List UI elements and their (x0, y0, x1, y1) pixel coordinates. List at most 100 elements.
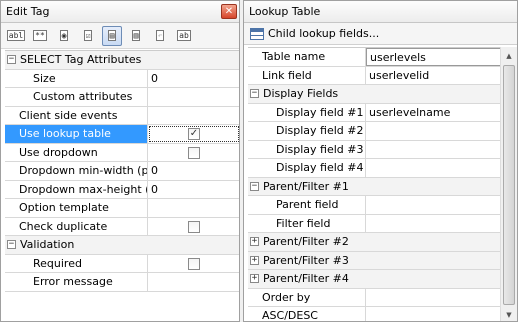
label-tool-icon[interactable]: ab (174, 26, 194, 46)
property-row-use-lookup-table[interactable]: Use lookup table ✓ (5, 125, 239, 144)
scroll-up-arrow-icon[interactable]: ▲ (501, 47, 517, 64)
property-value-field[interactable] (148, 273, 239, 291)
category-parent-filter-3[interactable]: + Parent/Filter #3 (248, 251, 502, 270)
property-row-custom-attributes[interactable]: Custom attributes (5, 88, 239, 107)
close-button[interactable]: ✕ (221, 4, 237, 19)
unchecked-checkbox[interactable] (188, 257, 200, 270)
property-value-field[interactable]: userlevels (366, 48, 502, 66)
property-value-field[interactable]: 0 (148, 70, 239, 88)
collapse-icon[interactable]: − (250, 181, 259, 191)
checkbox-tool-icon[interactable]: ☑ (78, 26, 98, 46)
property-value-field[interactable] (366, 159, 502, 177)
property-row-display-field-2[interactable]: Display field #2 (248, 122, 502, 141)
property-label: Required (5, 254, 148, 272)
category-header: − SELECT Tag Attributes (5, 51, 239, 69)
property-label: Dropdown max-height (px (5, 180, 148, 198)
lookup-properties-grid: Table name userlevels Link field userleveli… (248, 47, 502, 321)
collapse-icon[interactable]: − (7, 240, 16, 250)
category-display-fields[interactable]: − Display Fields (248, 85, 502, 104)
property-row-table-name[interactable]: Table name userlevels (248, 48, 502, 67)
property-row-dropdown-min-width-px[interactable]: Dropdown min-width (px) 0 (5, 162, 239, 181)
select-tool-icon[interactable]: ▤ (102, 25, 122, 46)
property-value-field[interactable] (366, 307, 502, 321)
category-validation[interactable]: − Validation (5, 236, 239, 255)
property-label: Use lookup table (5, 125, 148, 143)
property-value-field[interactable] (366, 196, 502, 214)
property-row-display-field-3[interactable]: Display field #3 (248, 140, 502, 159)
property-row-required[interactable]: Required (5, 254, 239, 273)
property-value-field[interactable] (148, 88, 239, 106)
undo-tool-icon[interactable]: ↶ (150, 26, 170, 46)
table-grid-icon (250, 27, 264, 40)
property-row-display-field-4[interactable]: Display field #4 (248, 159, 502, 178)
text-box-tool-icon[interactable]: abl (6, 26, 26, 46)
property-row-check-duplicate[interactable]: Check duplicate (5, 217, 239, 236)
property-value-field[interactable]: userlevelid (366, 67, 502, 85)
property-row-filter-field[interactable]: Filter field (248, 214, 502, 233)
lookup-toolbar: Child lookup fields... (244, 23, 517, 45)
checked-checkbox[interactable]: ✓ (188, 128, 200, 140)
listbox-tool-glyph: ▥ (131, 30, 141, 41)
tag-attributes-grid: − SELECT Tag Attributes Size 0 Custom attrib… (5, 50, 239, 321)
vertical-scrollbar[interactable]: ▲ ▼ (500, 47, 517, 321)
property-value-field[interactable]: 0 (148, 181, 239, 199)
category-parent-filter-4[interactable]: + Parent/Filter #4 (248, 270, 502, 289)
property-value-field[interactable] (148, 199, 239, 217)
scroll-down-arrow-icon[interactable]: ▼ (501, 306, 517, 321)
property-label: Client side events (5, 106, 148, 124)
category-header: − Parent/Filter #1 (248, 178, 502, 196)
undo-tool-glyph: ↶ (155, 30, 165, 41)
property-row-asc-desc[interactable]: ASC/DESC (248, 307, 502, 321)
category-label: Parent/Filter #3 (263, 253, 349, 267)
expand-icon[interactable]: + (250, 274, 259, 284)
property-row-display-field-1[interactable]: Display field #1 userlevelname (248, 103, 502, 122)
child-lookup-fields-button[interactable]: Child lookup fields... (268, 27, 379, 40)
property-label: Display field #3 (248, 140, 366, 158)
unchecked-checkbox[interactable] (188, 220, 200, 233)
property-row-option-template[interactable]: Option template (5, 199, 239, 218)
property-value-field[interactable] (366, 215, 502, 233)
property-label: Use dropdown (5, 143, 148, 161)
category-label: Parent/Filter #1 (263, 179, 349, 193)
property-value-field[interactable]: userlevelname (366, 104, 502, 122)
category-parent-filter-1[interactable]: − Parent/Filter #1 (248, 177, 502, 196)
property-value-checkbox-cell[interactable] (148, 255, 239, 273)
property-row-error-message[interactable]: Error message (5, 273, 239, 292)
property-label: Display field #4 (248, 159, 366, 177)
property-value-checkbox-cell[interactable] (148, 218, 239, 236)
collapse-icon[interactable]: − (7, 55, 16, 65)
property-row-size[interactable]: Size 0 (5, 69, 239, 88)
category-header: + Parent/Filter #3 (248, 252, 502, 270)
category-select-tag-attributes[interactable]: − SELECT Tag Attributes (5, 51, 239, 70)
property-value-field[interactable]: 0 (148, 162, 239, 180)
property-value-field[interactable] (366, 141, 502, 159)
property-value-field[interactable] (366, 122, 502, 140)
property-row-parent-field[interactable]: Parent field (248, 196, 502, 215)
category-label: SELECT Tag Attributes (20, 53, 142, 67)
scroll-thumb[interactable] (503, 65, 515, 305)
unchecked-checkbox[interactable] (188, 146, 200, 159)
listbox-tool-icon[interactable]: ▥ (126, 26, 146, 46)
radio-tool-icon[interactable]: ◉ (54, 26, 74, 46)
edit-tag-titlebar: Edit Tag ✕ (1, 1, 239, 23)
property-value-checkbox-cell[interactable] (148, 144, 239, 162)
property-row-link-field[interactable]: Link field userlevelid (248, 66, 502, 85)
property-label: Error message (5, 273, 148, 291)
select-tool-glyph: ▤ (107, 30, 117, 41)
category-label: Parent/Filter #4 (263, 272, 349, 286)
collapse-icon[interactable]: − (250, 89, 259, 99)
property-row-use-dropdown[interactable]: Use dropdown (5, 143, 239, 162)
property-row-client-side-events[interactable]: Client side events (5, 106, 239, 125)
label-tool-glyph: ab (177, 30, 191, 41)
lookup-table-titlebar: Lookup Table (244, 1, 517, 23)
property-value-field[interactable] (148, 107, 239, 125)
expand-icon[interactable]: + (250, 255, 259, 265)
property-row-order-by[interactable]: Order by (248, 288, 502, 307)
property-label: Order by (248, 288, 366, 306)
expand-icon[interactable]: + (250, 237, 259, 247)
property-row-dropdown-max-height-px[interactable]: Dropdown max-height (px0 (5, 180, 239, 199)
category-parent-filter-2[interactable]: + Parent/Filter #2 (248, 233, 502, 252)
property-value-checkbox-cell[interactable]: ✓ (148, 125, 239, 143)
property-value-field[interactable] (366, 289, 502, 307)
password-tool-icon[interactable]: ** (30, 26, 50, 46)
